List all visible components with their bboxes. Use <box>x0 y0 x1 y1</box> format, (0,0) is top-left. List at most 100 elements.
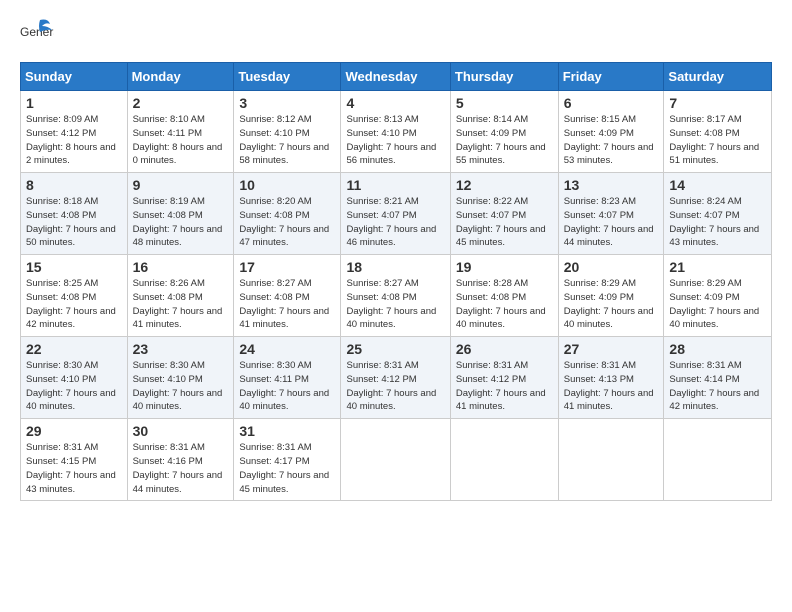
day-number: 6 <box>564 95 659 111</box>
day-number: 1 <box>26 95 122 111</box>
day-number: 12 <box>456 177 553 193</box>
day-number: 21 <box>669 259 766 275</box>
day-info: Sunrise: 8:13 AMSunset: 4:10 PMDaylight:… <box>346 113 444 168</box>
day-info: Sunrise: 8:18 AMSunset: 4:08 PMDaylight:… <box>26 195 122 250</box>
calendar-day-header: Saturday <box>664 63 772 91</box>
logo: General <box>20 16 58 50</box>
day-number: 22 <box>26 341 122 357</box>
calendar-cell: 21Sunrise: 8:29 AMSunset: 4:09 PMDayligh… <box>664 255 772 337</box>
calendar-cell: 3 Sunrise: 8:12 AMSunset: 4:10 PMDaylight… <box>234 91 341 173</box>
day-number: 10 <box>239 177 335 193</box>
day-number: 2 <box>133 95 229 111</box>
day-number: 28 <box>669 341 766 357</box>
day-number: 16 <box>133 259 229 275</box>
calendar-cell: 11 Sunrise: 8:21 AMSunset: 4:07 PMDayligh… <box>341 173 450 255</box>
calendar-cell: 6 Sunrise: 8:15 AMSunset: 4:09 PMDaylight… <box>558 91 664 173</box>
day-info: Sunrise: 8:10 AMSunset: 4:11 PMDaylight:… <box>133 113 229 168</box>
day-info: Sunrise: 8:30 AMSunset: 4:10 PMDaylight:… <box>26 359 122 414</box>
day-info: Sunrise: 8:27 AMSunset: 4:08 PMDaylight:… <box>346 277 444 332</box>
day-info: Sunrise: 8:24 AMSunset: 4:07 PMDaylight:… <box>669 195 766 250</box>
calendar-cell: 4 Sunrise: 8:13 AMSunset: 4:10 PMDaylight… <box>341 91 450 173</box>
calendar-cell: 26 Sunrise: 8:31 AMSunset: 4:12 PMDayligh… <box>450 337 558 419</box>
day-info: Sunrise: 8:29 AMSunset: 4:09 PMDaylight:… <box>564 277 659 332</box>
day-info: Sunrise: 8:31 AMSunset: 4:16 PMDaylight:… <box>133 441 229 496</box>
calendar-cell: 28 Sunrise: 8:31 AMSunset: 4:14 PMDayligh… <box>664 337 772 419</box>
calendar-day-header: Sunday <box>21 63 128 91</box>
calendar-day-header: Wednesday <box>341 63 450 91</box>
day-info: Sunrise: 8:14 AMSunset: 4:09 PMDaylight:… <box>456 113 553 168</box>
day-info: Sunrise: 8:23 AMSunset: 4:07 PMDaylight:… <box>564 195 659 250</box>
day-info: Sunrise: 8:19 AMSunset: 4:08 PMDaylight:… <box>133 195 229 250</box>
calendar-cell: 27 Sunrise: 8:31 AMSunset: 4:13 PMDayligh… <box>558 337 664 419</box>
calendar-cell <box>664 419 772 501</box>
calendar-cell: 29 Sunrise: 8:31 AMSunset: 4:15 PMDayligh… <box>21 419 128 501</box>
day-info: Sunrise: 8:31 AMSunset: 4:13 PMDaylight:… <box>564 359 659 414</box>
day-info: Sunrise: 8:31 AMSunset: 4:14 PMDaylight:… <box>669 359 766 414</box>
calendar-cell: 10 Sunrise: 8:20 AMSunset: 4:08 PMDayligh… <box>234 173 341 255</box>
calendar-cell: 23Sunrise: 8:30 AMSunset: 4:10 PMDayligh… <box>127 337 234 419</box>
page-header: General <box>20 16 772 50</box>
day-number: 25 <box>346 341 444 357</box>
calendar-cell: 24 Sunrise: 8:30 AMSunset: 4:11 PMDayligh… <box>234 337 341 419</box>
calendar-cell: 30 Sunrise: 8:31 AMSunset: 4:16 PMDayligh… <box>127 419 234 501</box>
day-info: Sunrise: 8:27 AMSunset: 4:08 PMDaylight:… <box>239 277 335 332</box>
calendar-cell: 18Sunrise: 8:27 AMSunset: 4:08 PMDayligh… <box>341 255 450 337</box>
day-number: 9 <box>133 177 229 193</box>
day-info: Sunrise: 8:25 AMSunset: 4:08 PMDaylight:… <box>26 277 122 332</box>
day-number: 17 <box>239 259 335 275</box>
calendar-cell: 16 Sunrise: 8:26 AMSunset: 4:08 PMDayligh… <box>127 255 234 337</box>
day-number: 24 <box>239 341 335 357</box>
day-number: 30 <box>133 423 229 439</box>
calendar-cell: 5 Sunrise: 8:14 AMSunset: 4:09 PMDaylight… <box>450 91 558 173</box>
calendar-cell <box>341 419 450 501</box>
calendar-cell <box>450 419 558 501</box>
calendar-cell: 31Sunrise: 8:31 AMSunset: 4:17 PMDayligh… <box>234 419 341 501</box>
day-number: 31 <box>239 423 335 439</box>
day-info: Sunrise: 8:31 AMSunset: 4:12 PMDaylight:… <box>456 359 553 414</box>
calendar-week-row: 22 Sunrise: 8:30 AMSunset: 4:10 PMDayligh… <box>21 337 772 419</box>
day-number: 11 <box>346 177 444 193</box>
day-number: 4 <box>346 95 444 111</box>
calendar-cell: 17 Sunrise: 8:27 AMSunset: 4:08 PMDayligh… <box>234 255 341 337</box>
day-number: 7 <box>669 95 766 111</box>
calendar-table: SundayMondayTuesdayWednesdayThursdayFrid… <box>20 62 772 501</box>
logo-bird-icon: General <box>20 16 54 50</box>
calendar-cell: 13 Sunrise: 8:23 AMSunset: 4:07 PMDayligh… <box>558 173 664 255</box>
calendar-day-header: Tuesday <box>234 63 341 91</box>
calendar-cell: 15 Sunrise: 8:25 AMSunset: 4:08 PMDayligh… <box>21 255 128 337</box>
calendar-cell: 8Sunrise: 8:18 AMSunset: 4:08 PMDaylight… <box>21 173 128 255</box>
calendar-cell: 12 Sunrise: 8:22 AMSunset: 4:07 PMDayligh… <box>450 173 558 255</box>
calendar-cell <box>558 419 664 501</box>
calendar-day-header: Monday <box>127 63 234 91</box>
day-info: Sunrise: 8:17 AMSunset: 4:08 PMDaylight:… <box>669 113 766 168</box>
svg-text:General: General <box>20 25 54 39</box>
calendar-week-row: 15 Sunrise: 8:25 AMSunset: 4:08 PMDayligh… <box>21 255 772 337</box>
day-number: 29 <box>26 423 122 439</box>
calendar-week-row: 29 Sunrise: 8:31 AMSunset: 4:15 PMDayligh… <box>21 419 772 501</box>
day-info: Sunrise: 8:30 AMSunset: 4:11 PMDaylight:… <box>239 359 335 414</box>
day-info: Sunrise: 8:12 AMSunset: 4:10 PMDaylight:… <box>239 113 335 168</box>
day-number: 13 <box>564 177 659 193</box>
day-number: 26 <box>456 341 553 357</box>
calendar-header-row: SundayMondayTuesdayWednesdayThursdayFrid… <box>21 63 772 91</box>
day-info: Sunrise: 8:31 AMSunset: 4:15 PMDaylight:… <box>26 441 122 496</box>
calendar-cell: 9 Sunrise: 8:19 AMSunset: 4:08 PMDaylight… <box>127 173 234 255</box>
day-number: 27 <box>564 341 659 357</box>
day-number: 3 <box>239 95 335 111</box>
day-info: Sunrise: 8:15 AMSunset: 4:09 PMDaylight:… <box>564 113 659 168</box>
calendar-cell: 19Sunrise: 8:28 AMSunset: 4:08 PMDayligh… <box>450 255 558 337</box>
day-info: Sunrise: 8:26 AMSunset: 4:08 PMDaylight:… <box>133 277 229 332</box>
day-info: Sunrise: 8:22 AMSunset: 4:07 PMDaylight:… <box>456 195 553 250</box>
calendar-day-header: Friday <box>558 63 664 91</box>
day-info: Sunrise: 8:30 AMSunset: 4:10 PMDaylight:… <box>133 359 229 414</box>
calendar-cell: 7 Sunrise: 8:17 AMSunset: 4:08 PMDaylight… <box>664 91 772 173</box>
day-info: Sunrise: 8:20 AMSunset: 4:08 PMDaylight:… <box>239 195 335 250</box>
calendar-week-row: 8Sunrise: 8:18 AMSunset: 4:08 PMDaylight… <box>21 173 772 255</box>
day-info: Sunrise: 8:21 AMSunset: 4:07 PMDaylight:… <box>346 195 444 250</box>
day-number: 5 <box>456 95 553 111</box>
day-number: 15 <box>26 259 122 275</box>
calendar-week-row: 1Sunrise: 8:09 AMSunset: 4:12 PMDaylight… <box>21 91 772 173</box>
calendar-cell: 25Sunrise: 8:31 AMSunset: 4:12 PMDayligh… <box>341 337 450 419</box>
calendar-cell: 20Sunrise: 8:29 AMSunset: 4:09 PMDayligh… <box>558 255 664 337</box>
day-number: 19 <box>456 259 553 275</box>
